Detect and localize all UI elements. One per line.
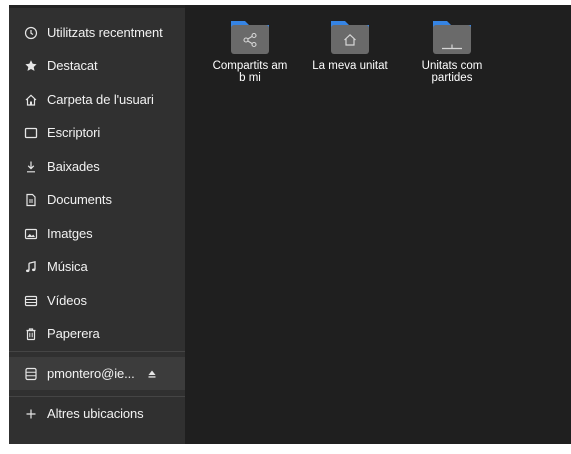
sidebar-item-label: pmontero@ie... <box>47 366 135 381</box>
share-icon <box>231 21 269 54</box>
video-icon <box>23 293 39 309</box>
sidebar-item-pictures[interactable]: Imatges <box>9 217 185 250</box>
sidebar-item-label: Paperera <box>47 326 100 341</box>
eject-icon[interactable] <box>147 369 157 379</box>
file-label: Compartits amb mi <box>212 60 288 84</box>
sidebar-item-label: Escriptori <box>47 125 101 140</box>
sidebar-item-videos[interactable]: Vídeos <box>9 284 185 317</box>
folder-shared-drives[interactable]: Unitats compartides <box>413 18 491 84</box>
image-icon <box>23 226 39 242</box>
drive-icon <box>433 21 471 54</box>
folder-shared-with-me[interactable]: Compartits amb mi <box>211 18 289 84</box>
document-icon <box>23 192 39 208</box>
sidebar-item-label: Documents <box>47 192 112 207</box>
sidebar-item-recent[interactable]: Utilitzats recentment <box>9 16 185 49</box>
music-icon <box>23 259 39 275</box>
sidebar: Utilitzats recentment Destacat Carpeta d… <box>9 5 185 444</box>
sidebar-item-home[interactable]: Carpeta de l'usuari <box>9 83 185 116</box>
desktop-icon <box>23 125 39 141</box>
sidebar-item-desktop[interactable]: Escriptori <box>9 116 185 149</box>
home-icon <box>23 92 39 108</box>
sidebar-item-downloads[interactable]: Baixades <box>9 150 185 183</box>
sidebar-item-label: Baixades <box>47 159 100 174</box>
home-icon <box>331 21 369 54</box>
file-label: La meva unitat <box>312 60 388 72</box>
sidebar-item-starred[interactable]: Destacat <box>9 49 185 82</box>
drive-icon <box>23 366 39 382</box>
sidebar-separator <box>9 351 185 352</box>
sidebar-item-label: Altres ubicacions <box>47 406 144 421</box>
folder-my-drive[interactable]: La meva unitat <box>311 18 389 72</box>
trash-icon <box>23 326 39 342</box>
sidebar-item-music[interactable]: Música <box>9 250 185 283</box>
file-view: Compartits amb mi La meva unitat Unitats… <box>185 5 571 444</box>
sidebar-item-label: Destacat <box>47 58 98 73</box>
plus-icon <box>23 406 39 422</box>
top-strip <box>9 5 185 8</box>
clock-icon <box>23 25 39 41</box>
file-label: Unitats compartides <box>421 60 483 84</box>
star-icon <box>23 58 39 74</box>
sidebar-item-label: Carpeta de l'usuari <box>47 92 154 107</box>
file-manager-window: Utilitzats recentment Destacat Carpeta d… <box>9 5 571 444</box>
sidebar-item-mount[interactable]: pmontero@ie... <box>9 357 185 390</box>
download-icon <box>23 159 39 175</box>
sidebar-item-label: Música <box>47 259 88 274</box>
sidebar-item-label: Utilitzats recentment <box>47 25 163 40</box>
sidebar-item-label: Vídeos <box>47 293 87 308</box>
sidebar-item-trash[interactable]: Paperera <box>9 317 185 350</box>
sidebar-item-label: Imatges <box>47 226 93 241</box>
sidebar-item-documents[interactable]: Documents <box>9 183 185 216</box>
sidebar-item-other-locations[interactable]: Altres ubicacions <box>9 397 185 430</box>
